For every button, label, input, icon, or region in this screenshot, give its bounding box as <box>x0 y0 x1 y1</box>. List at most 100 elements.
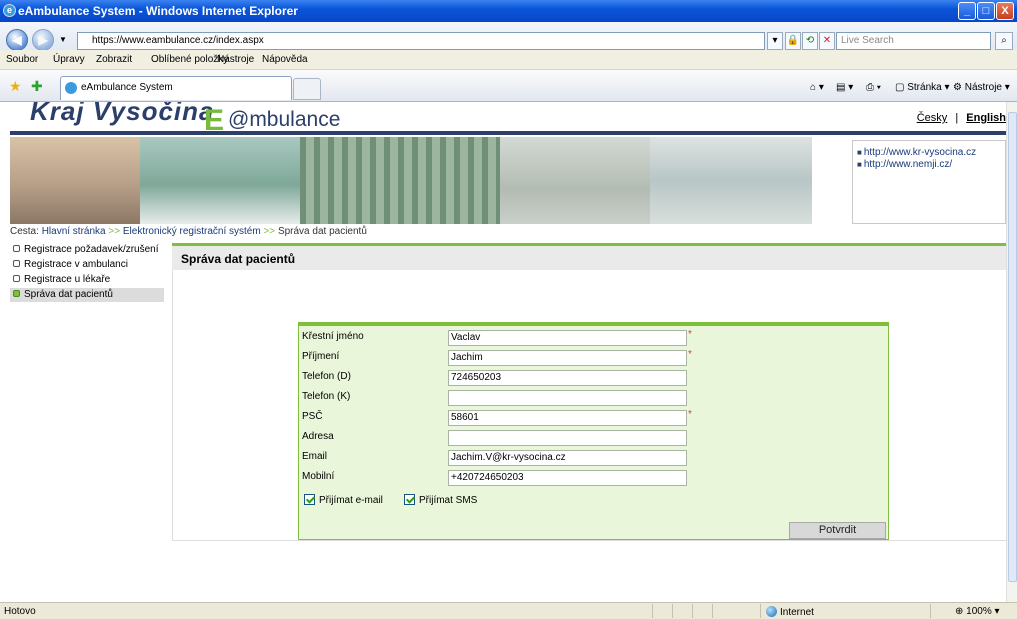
menu-item-tools[interactable]: Nástroje <box>217 54 254 65</box>
ie-tab-icon <box>65 82 77 94</box>
forward-button[interactable]: ▶ <box>32 29 54 51</box>
search-icon[interactable]: ⌕ <box>995 32 1013 50</box>
back-button[interactable]: ◀ <box>6 29 28 51</box>
status-divider <box>760 604 761 618</box>
page-menu-button[interactable]: ▢ Stránka ▾ <box>895 82 950 93</box>
search-input[interactable]: Live Search <box>836 32 991 50</box>
menu-item-file[interactable]: Soubor <box>6 54 38 65</box>
phone-work-label: Telefon (K) <box>302 391 351 402</box>
banner-photo-corridor <box>300 137 500 224</box>
tools-menu-button[interactable]: ⚙ Nástroje ▾ <box>953 82 1010 93</box>
zoom-label: 100% <box>966 606 992 617</box>
tab-command-bar: ★ ✚ eAmbulance System ⌂ ▾ ▤ ▾ ⎙ ▾ ▢ Strá… <box>0 70 1017 102</box>
last-name-field[interactable]: Jachim <box>448 350 687 366</box>
bullet-icon <box>13 275 20 282</box>
print-icon[interactable]: ⎙ ▾ <box>866 82 881 93</box>
refresh-icon[interactable]: ⟲ <box>802 32 818 50</box>
menu-item-help[interactable]: Nápověda <box>262 54 308 65</box>
url-dropdown-icon[interactable]: ▾ <box>767 32 783 50</box>
banner-photo-children <box>10 137 140 224</box>
required-mark: * <box>688 329 692 340</box>
eambulance-logo-text: @mbulance <box>228 108 341 131</box>
breadcrumb-registration-system[interactable]: Elektronický registrační systém <box>123 226 261 237</box>
lang-english-link[interactable]: English <box>966 112 1006 124</box>
form-row-first-name: Křestní jméno Vaclav * <box>299 328 890 348</box>
status-divider <box>672 604 673 618</box>
sidebar-item-registration-request[interactable]: Registrace požadavek/zrušení <box>10 243 164 258</box>
scrollbar-thumb[interactable] <box>1008 112 1017 582</box>
favorites-star-icon[interactable]: ★ <box>9 78 22 95</box>
lang-czech-link[interactable]: Česky <box>917 112 948 124</box>
breadcrumb-home[interactable]: Hlavní stránka <box>42 226 106 237</box>
required-mark: * <box>688 409 692 420</box>
bullet-icon <box>13 245 20 252</box>
sidebar-item-registration-doctor[interactable]: Registrace u lékaře <box>10 273 164 288</box>
status-divider <box>692 604 693 618</box>
language-switch: Česky | English <box>917 112 1006 124</box>
page-scrollbar[interactable] <box>1006 102 1017 602</box>
external-links-box: ■ http://www.kr-vysocina.cz ■ http://www.n… <box>852 140 1006 224</box>
banner-photo-ward <box>140 137 300 224</box>
menu-bar: Soubor Úpravy Zobrazit Oblíbené položky … <box>0 50 1017 70</box>
ie-app-icon: e <box>3 4 16 17</box>
link-nemji[interactable]: ■ http://www.nemji.cz/ <box>857 159 1001 170</box>
home-icon[interactable]: ⌂ ▾ <box>810 82 824 93</box>
globe-icon <box>766 606 777 617</box>
mobile-field[interactable]: +420724650203 <box>448 470 687 486</box>
link-kr-vysocina[interactable]: ■ http://www.kr-vysocina.cz <box>857 147 1001 158</box>
region-logo: Kraj Vysočina <box>30 102 215 126</box>
menu-item-edit[interactable]: Úpravy <box>53 54 85 65</box>
status-text: Hotovo <box>4 606 36 617</box>
maximize-button[interactable]: □ <box>977 2 995 20</box>
last-name-label: Příjmení <box>302 351 340 362</box>
sidebar-item-registration-ambulance[interactable]: Registrace v ambulanci <box>10 258 164 273</box>
status-divider <box>712 604 713 618</box>
confirm-button[interactable]: Potvrdit <box>789 522 886 539</box>
zip-field[interactable]: 58601 <box>448 410 687 426</box>
new-tab-button[interactable] <box>293 78 321 100</box>
page-menu-label: Stránka ▾ <box>907 82 950 93</box>
menu-item-view[interactable]: Zobrazit <box>96 54 132 65</box>
receive-sms-checkbox[interactable]: Přijímat SMS <box>404 494 477 506</box>
window-title: eAmbulance System - Windows Internet Exp… <box>18 4 298 18</box>
email-label: Email <box>302 451 328 462</box>
history-dropdown-icon[interactable]: ▼ <box>59 35 67 44</box>
breadcrumb: Cesta: Hlavní stránka >> Elektronický re… <box>10 226 367 237</box>
content-bottom-border <box>172 540 1006 541</box>
zip-label: PSČ <box>302 411 323 422</box>
url-input[interactable]: https://www.eambulance.cz/index.aspx <box>77 32 765 50</box>
phone-work-field[interactable] <box>448 390 687 406</box>
close-window-button[interactable]: X <box>996 2 1014 20</box>
email-field[interactable]: Jachim.V@kr-vysocina.cz <box>448 450 687 466</box>
tab-label: eAmbulance System <box>81 82 173 93</box>
receive-email-checkbox[interactable]: Přijímat e-mail <box>304 494 383 506</box>
tab-eambulance[interactable]: eAmbulance System <box>60 76 292 100</box>
bullet-icon <box>13 260 20 267</box>
banner-photo-lab <box>650 137 812 224</box>
zone-label: Internet <box>780 607 814 618</box>
add-favorite-icon[interactable]: ✚ <box>31 78 43 95</box>
phone-home-field[interactable]: 724650203 <box>448 370 687 386</box>
checkbox-checked-icon <box>304 494 315 505</box>
address-field[interactable] <box>448 430 687 446</box>
zoom-control[interactable]: ⊕ 100% ▾ <box>955 606 1000 617</box>
phone-home-label: Telefon (D) <box>302 371 351 382</box>
page-title: Správa dat pacientů <box>181 252 296 266</box>
first-name-field[interactable]: Vaclav <box>448 330 687 346</box>
first-name-label: Křestní jméno <box>302 331 364 342</box>
sidebar-item-patient-data[interactable]: Správa dat pacientů <box>10 288 164 303</box>
window-titlebar: e eAmbulance System - Windows Internet E… <box>0 0 1017 22</box>
feeds-icon[interactable]: ▤ ▾ <box>836 82 853 93</box>
breadcrumb-separator: >> <box>263 226 276 237</box>
sidebar-menu: Registrace požadavek/zrušení Registrace … <box>10 243 164 303</box>
required-mark: * <box>688 349 692 360</box>
minimize-button[interactable]: _ <box>958 2 976 20</box>
lock-icon[interactable]: 🔒 <box>785 32 801 50</box>
receive-sms-label: Přijímat SMS <box>419 495 478 506</box>
address-label: Adresa <box>302 431 334 442</box>
breadcrumb-separator: >> <box>108 226 121 237</box>
form-row-last-name: Příjmení Jachim * <box>299 348 890 368</box>
status-divider <box>652 604 653 618</box>
stop-icon[interactable]: ✕ <box>819 32 835 50</box>
form-row-zip: PSČ 58601 * <box>299 408 890 428</box>
